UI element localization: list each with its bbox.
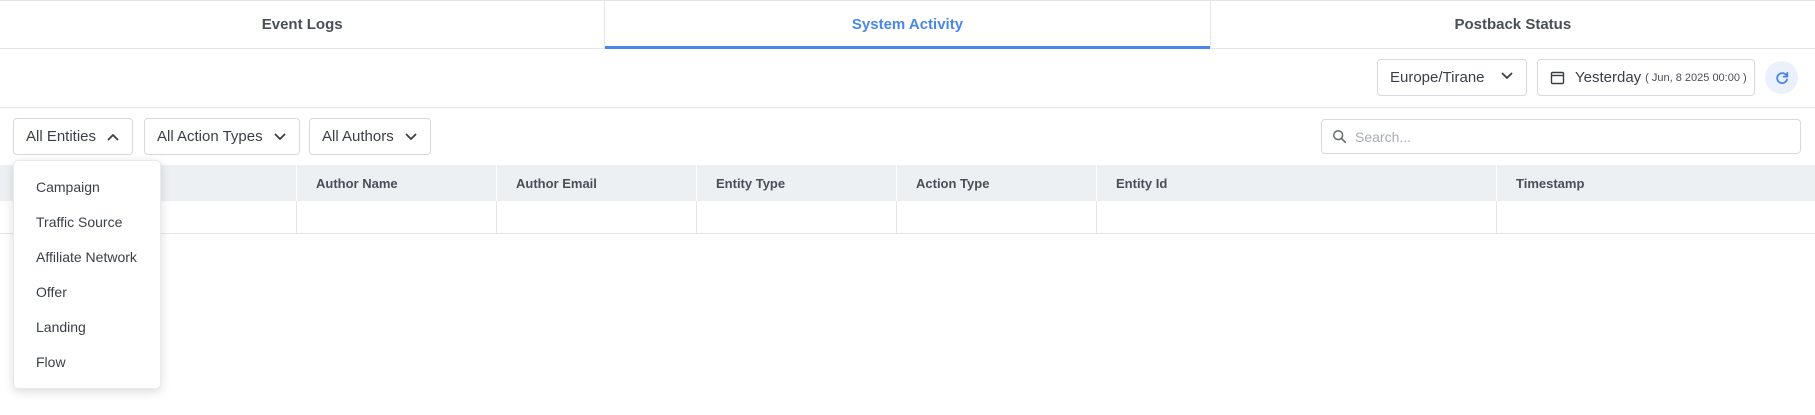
tab-system-activity[interactable]: System Activity bbox=[605, 1, 1211, 49]
chevron-down-icon bbox=[273, 130, 287, 144]
dropdown-item-landing[interactable]: Landing bbox=[14, 309, 160, 344]
chevron-down-icon bbox=[404, 130, 418, 144]
table-cell bbox=[897, 201, 1097, 233]
table-cell bbox=[1497, 201, 1815, 233]
timezone-value: Europe/Tirane bbox=[1390, 69, 1485, 86]
search-box bbox=[1321, 119, 1801, 154]
entities-dropdown-menu: Campaign Traffic Source Affiliate Networ… bbox=[13, 160, 161, 389]
entities-filter[interactable]: All Entities bbox=[13, 118, 134, 155]
table-cell bbox=[1097, 201, 1497, 233]
dropdown-item-affiliate-network[interactable]: Affiliate Network bbox=[14, 239, 160, 274]
calendar-icon bbox=[1550, 70, 1565, 85]
refresh-icon bbox=[1774, 70, 1790, 86]
tab-bar: Event Logs System Activity Postback Stat… bbox=[0, 0, 1815, 49]
table-cell bbox=[697, 201, 897, 233]
toolbar: Europe/Tirane Yesterday ( Jun, 8 2025 00… bbox=[0, 49, 1815, 108]
table-cell bbox=[497, 201, 697, 233]
chevron-up-icon bbox=[106, 130, 120, 144]
table-row bbox=[0, 201, 1815, 234]
tab-postback-status[interactable]: Postback Status bbox=[1211, 1, 1815, 48]
date-range-label: Yesterday bbox=[1575, 69, 1642, 86]
date-range-picker[interactable]: Yesterday ( Jun, 8 2025 00:00 ) bbox=[1537, 59, 1755, 96]
refresh-button[interactable] bbox=[1765, 61, 1798, 94]
tab-event-logs[interactable]: Event Logs bbox=[0, 1, 606, 48]
search-input[interactable] bbox=[1355, 128, 1790, 145]
timezone-select[interactable]: Europe/Tirane bbox=[1377, 59, 1527, 96]
dropdown-item-flow[interactable]: Flow bbox=[14, 344, 160, 379]
dropdown-item-campaign[interactable]: Campaign bbox=[14, 169, 160, 204]
chevron-down-icon bbox=[1500, 69, 1514, 87]
date-range-detail: ( Jun, 8 2025 00:00 ) bbox=[1645, 71, 1747, 84]
authors-filter[interactable]: All Authors bbox=[309, 118, 431, 155]
action-types-filter[interactable]: All Action Types bbox=[144, 118, 300, 155]
action-types-filter-label: All Action Types bbox=[157, 128, 263, 145]
column-header-timestamp[interactable]: Timestamp bbox=[1497, 165, 1815, 201]
authors-filter-label: All Authors bbox=[322, 128, 394, 145]
table-cell bbox=[297, 201, 497, 233]
column-header-entity-type[interactable]: Entity Type bbox=[697, 165, 897, 201]
column-header-entity-id[interactable]: Entity Id bbox=[1097, 165, 1497, 201]
column-header-action-type[interactable]: Action Type bbox=[897, 165, 1097, 201]
table-header: Author Name Author Email Entity Type Act… bbox=[0, 165, 1815, 201]
column-header-author-email[interactable]: Author Email bbox=[497, 165, 697, 201]
dropdown-item-traffic-source[interactable]: Traffic Source bbox=[14, 204, 160, 239]
dropdown-item-offer[interactable]: Offer bbox=[14, 274, 160, 309]
entities-filter-label: All Entities bbox=[26, 128, 97, 145]
column-header-author-name[interactable]: Author Name bbox=[297, 165, 497, 201]
search-icon bbox=[1332, 129, 1347, 144]
